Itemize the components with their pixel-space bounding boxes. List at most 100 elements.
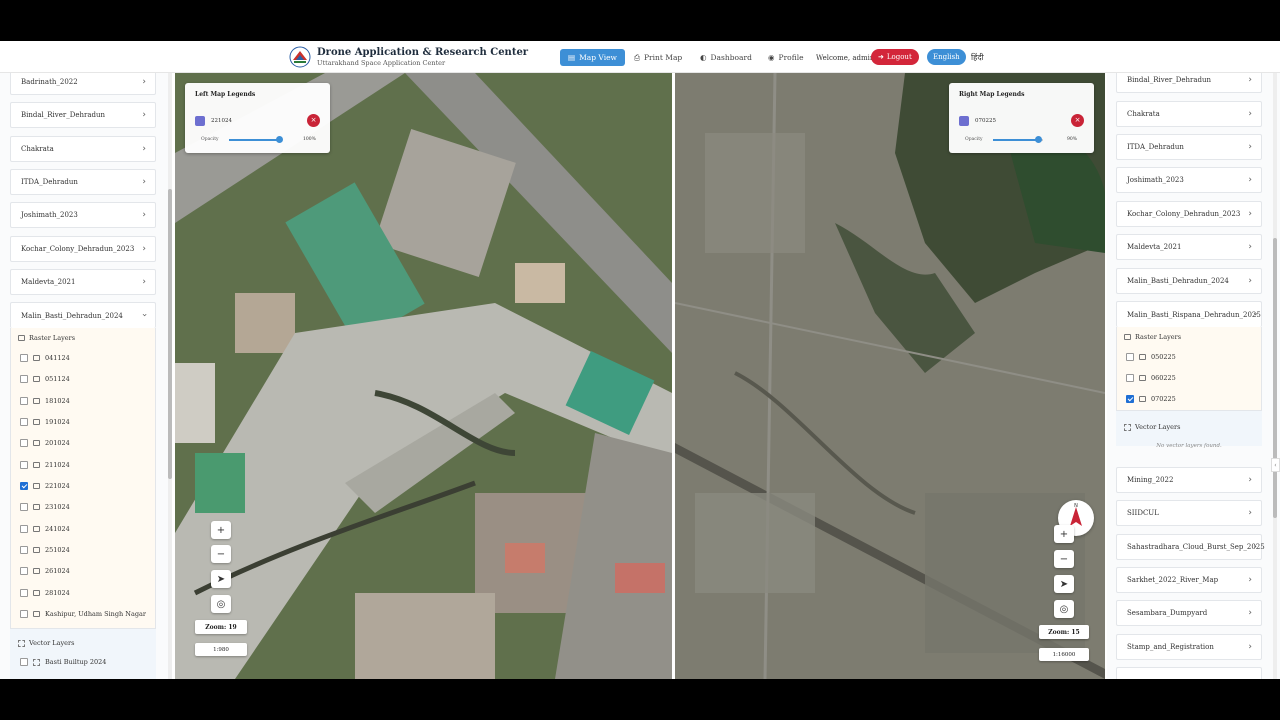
opacity-knob[interactable] xyxy=(276,136,283,143)
layer-checkbox[interactable] xyxy=(20,525,28,533)
project-item[interactable]: Mining_2022 › xyxy=(1116,467,1262,493)
left-scrollbar-thumb[interactable] xyxy=(168,189,172,479)
project-item[interactable]: Maldevta_2021 › xyxy=(10,269,156,295)
layer-checkbox[interactable] xyxy=(20,610,28,618)
opacity-slider[interactable] xyxy=(993,136,1043,143)
raster-layer-row[interactable]: 041124 xyxy=(20,350,70,366)
layer-checkbox[interactable] xyxy=(20,503,28,511)
right-map-view[interactable]: Right Map Legends 070225 × Opacity 90% N… xyxy=(675,73,1105,679)
nav-dashboard[interactable]: ◐ Dashboard xyxy=(692,49,760,66)
raster-layer-row[interactable]: 241024 xyxy=(20,521,70,537)
project-item[interactable]: Chakrata › xyxy=(1116,101,1262,127)
left-map-view[interactable]: Left Map Legends 221024 × Opacity 100% +… xyxy=(175,73,672,679)
project-item[interactable]: Maldevta_2021 › xyxy=(1116,234,1262,260)
zoom-out-button[interactable]: − xyxy=(1054,550,1074,568)
project-item[interactable]: Kochar_Colony_Dehradun_2023 › xyxy=(1116,201,1262,227)
locate-icon[interactable]: ➤ xyxy=(211,570,231,588)
image-icon xyxy=(33,526,40,532)
close-icon[interactable]: × xyxy=(1071,114,1084,127)
opacity-knob[interactable] xyxy=(1035,136,1042,143)
layer-checkbox[interactable] xyxy=(20,658,28,666)
project-label: Bindal_River_Dehradun xyxy=(1127,76,1212,84)
project-item[interactable]: Sesambara_Dumpyard › xyxy=(1116,600,1262,626)
map-scale: 1:980 xyxy=(195,643,247,656)
target-icon[interactable]: ◎ xyxy=(1054,600,1074,618)
raster-layer-row[interactable]: 191024 xyxy=(20,414,70,430)
app-title: Drone Application & Research Center xyxy=(317,47,529,58)
raster-layer-row[interactable]: 211024 xyxy=(20,457,70,473)
layer-label: 051124 xyxy=(45,375,70,383)
nav-map-view[interactable]: ▤ Map View xyxy=(560,49,625,66)
layer-checkbox[interactable] xyxy=(20,397,28,405)
project-item-partial[interactable] xyxy=(1116,667,1262,679)
raster-layer-row[interactable]: 181024 xyxy=(20,393,70,409)
zoom-out-button[interactable]: − xyxy=(211,545,231,563)
layer-checkbox[interactable] xyxy=(20,589,28,597)
layer-checkbox[interactable] xyxy=(20,418,28,426)
project-item[interactable]: Badrinath_2022 › xyxy=(10,73,156,95)
layer-checkbox[interactable] xyxy=(20,567,28,575)
project-item[interactable]: Chakrata › xyxy=(10,136,156,162)
chevron-right-icon: › xyxy=(1248,242,1252,252)
raster-layer-row[interactable]: 231024 xyxy=(20,499,70,515)
vector-layer-row[interactable]: Basti Builtup 2024 xyxy=(20,654,106,670)
nav-profile[interactable]: ◉ Profile xyxy=(760,49,812,66)
language-hindi-button[interactable]: हिंदी xyxy=(967,49,988,65)
layer-checkbox[interactable] xyxy=(20,439,28,447)
raster-layer-row[interactable]: Kashipur, Udham Singh Nagar xyxy=(20,606,146,622)
layer-checkbox[interactable] xyxy=(20,461,28,469)
opacity-slider[interactable] xyxy=(229,136,283,143)
raster-layer-row[interactable]: 051124 xyxy=(20,371,70,387)
image-icon xyxy=(33,547,40,553)
chevron-right-icon: › xyxy=(1248,109,1252,119)
project-item[interactable]: Sarkhet_2022_River_Map › xyxy=(1116,567,1262,593)
layer-checkbox[interactable] xyxy=(20,482,28,490)
project-item[interactable]: ITDA_Dehradun › xyxy=(1116,134,1262,160)
image-icon xyxy=(33,462,40,468)
project-item[interactable]: ITDA_Dehradun › xyxy=(10,169,156,195)
project-label: Chakrata xyxy=(21,145,54,153)
project-item[interactable]: Kochar_Colony_Dehradun_2023 › xyxy=(10,236,156,262)
project-item-expanded[interactable]: Malin_Basti_Rispana_Dehradun_2025 › xyxy=(1116,301,1262,327)
raster-layer-row[interactable]: 060225 xyxy=(1126,370,1176,386)
project-item[interactable]: Joshimath_2023 › xyxy=(10,202,156,228)
vector-icon xyxy=(18,639,25,647)
project-item[interactable]: Sahastradhara_Cloud_Burst_Sep_2025 › xyxy=(1116,534,1265,560)
chevron-right-icon: › xyxy=(142,244,146,254)
project-item[interactable]: Joshimath_2023 › xyxy=(1116,167,1262,193)
project-item-expanded[interactable]: Malin_Basti_Dehradun_2024 › xyxy=(10,302,156,328)
collapse-icon[interactable]: ‹ xyxy=(1271,458,1280,472)
zoom-in-button[interactable]: + xyxy=(1054,525,1074,543)
welcome-text: Welcome, admin xyxy=(816,54,875,62)
language-english-button[interactable]: English xyxy=(927,49,966,65)
zoom-in-button[interactable]: + xyxy=(211,521,231,539)
raster-layer-row[interactable]: 050225 xyxy=(1126,349,1176,365)
raster-layer-row[interactable]: 221024 xyxy=(20,478,70,494)
project-item[interactable]: Malin_Basti_Dehradun_2024 › xyxy=(1116,268,1262,294)
close-icon[interactable]: × xyxy=(307,114,320,127)
layer-checkbox[interactable] xyxy=(1126,395,1134,403)
layer-checkbox[interactable] xyxy=(1126,374,1134,382)
project-item[interactable]: Stamp_and_Registration › xyxy=(1116,634,1262,660)
heading-label: Raster Layers xyxy=(29,334,76,342)
layer-checkbox[interactable] xyxy=(20,546,28,554)
raster-layer-row[interactable]: 261024 xyxy=(20,563,70,579)
chevron-right-icon: › xyxy=(1248,475,1252,485)
raster-layer-row[interactable]: 070225 xyxy=(1126,391,1176,407)
layer-checkbox[interactable] xyxy=(20,375,28,383)
locate-icon[interactable]: ➤ xyxy=(1054,575,1074,593)
raster-layer-row[interactable]: 201024 xyxy=(20,435,70,451)
right-scrollbar-thumb[interactable] xyxy=(1273,238,1277,518)
logout-button[interactable]: ➜ Logout xyxy=(871,49,919,65)
project-item[interactable]: Bindal_River_Dehradun › xyxy=(10,102,156,128)
project-item[interactable]: SIIDCUL › xyxy=(1116,500,1262,526)
layer-label: 211024 xyxy=(45,461,70,469)
raster-layer-row[interactable]: 281024 xyxy=(20,585,70,601)
layer-checkbox[interactable] xyxy=(20,354,28,362)
raster-layer-row[interactable]: 251024 xyxy=(20,542,70,558)
project-item[interactable]: Bindal_River_Dehradun › xyxy=(1116,73,1262,93)
layer-checkbox[interactable] xyxy=(1126,353,1134,361)
target-icon[interactable]: ◎ xyxy=(211,595,231,613)
chevron-right-icon: › xyxy=(1248,209,1252,219)
nav-print-map[interactable]: ⎙ Print Map xyxy=(626,49,690,66)
